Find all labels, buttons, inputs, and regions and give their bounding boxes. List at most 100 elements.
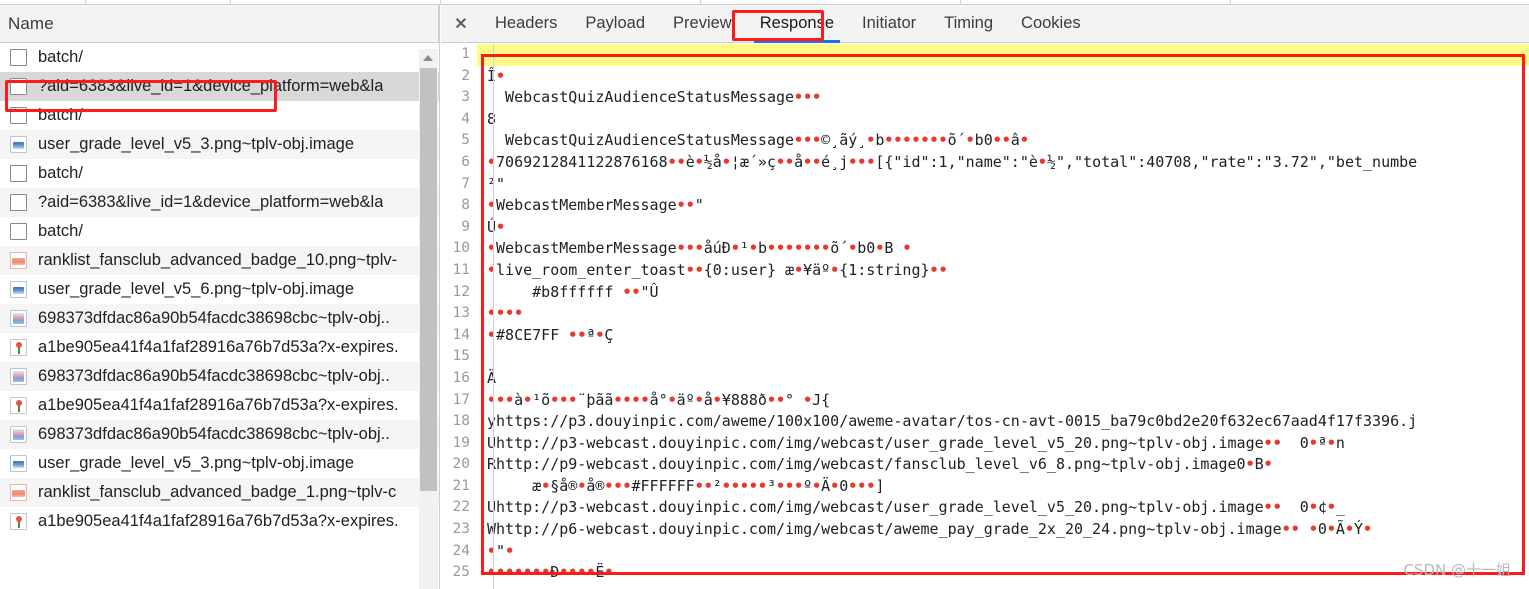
line-text: •WebcastMemberMessage•••åúÐ•¹•b•••••••õ´… — [487, 239, 912, 258]
line-number: 10 — [452, 240, 470, 257]
tab-payload[interactable]: Payload — [571, 5, 659, 43]
image-blue-icon — [10, 281, 27, 298]
tab-headers[interactable]: Headers — [481, 5, 571, 43]
response-line: 18 yhttps://p3.douyinpic.com/aweme/100x10… — [441, 411, 1529, 433]
line-text: yhttps://p3.douyinpic.com/aweme/100x100/… — [487, 412, 1418, 431]
image-rose-icon — [10, 339, 27, 356]
tab-preview[interactable]: Preview — [659, 5, 746, 43]
close-icon[interactable]: ✕ — [441, 5, 481, 43]
tab-response[interactable]: Response — [746, 5, 848, 43]
line-number: 13 — [452, 305, 470, 322]
request-row-label: ranklist_fansclub_advanced_badge_10.png~… — [38, 251, 398, 269]
line-number: 11 — [452, 261, 470, 278]
line-number: 20 — [452, 456, 470, 473]
response-line: 10 •WebcastMemberMessage•••åúÐ•¹•b•••••••… — [441, 238, 1529, 260]
scroll-up-icon[interactable] — [419, 49, 438, 66]
doc-icon — [10, 194, 27, 211]
column-header-name[interactable]: Name — [8, 14, 54, 34]
line-number: 17 — [452, 391, 470, 408]
request-row[interactable]: user_grade_level_v5_3.png~tplv-obj.image — [0, 449, 439, 478]
request-row[interactable]: a1be905ea41f4a1faf28916a76b7d53a?x-expir… — [0, 333, 439, 362]
request-row-label: 698373dfdac86a90b54facdc38698cbc~tplv-ob… — [38, 309, 390, 327]
image-rose-icon — [10, 513, 27, 530]
response-line: 6 •7069212841122876168••è•½å•¦æ´»ç••å••é¸… — [441, 152, 1529, 174]
response-line: 11 •live_room_enter_toast••{0:user} æ•¥äº… — [441, 260, 1529, 282]
request-row[interactable]: ?aid=6383&live_id=1&device_platform=web&… — [0, 72, 439, 101]
line-text: æ•§å®•å®•••#FFFFFF••²•••••³•••º•Ä•0•••] — [487, 476, 885, 495]
request-detail-panel: ✕ Headers Payload Preview Response Initiator… — [441, 5, 1529, 589]
watermark: CSDN @十一姐 — [1403, 561, 1511, 579]
request-row[interactable]: ranklist_fansclub_advanced_badge_1.png~t… — [0, 478, 439, 507]
request-row[interactable]: batch/ — [0, 159, 439, 188]
image-rose-icon — [10, 397, 27, 414]
line-number: 5 — [461, 132, 470, 149]
response-line: 2 Î• — [441, 66, 1529, 88]
request-row[interactable]: 698373dfdac86a90b54facdc38698cbc~tplv-ob… — [0, 362, 439, 391]
response-line: 48 — [441, 109, 1529, 131]
request-row[interactable]: 698373dfdac86a90b54facdc38698cbc~tplv-ob… — [0, 304, 439, 333]
response-line: 7 ²" — [441, 174, 1529, 196]
response-code: 1 2 Î• 3 WebcastQuizAudienceStatusMessage••… — [441, 44, 1529, 589]
line-text: Ä — [487, 368, 497, 387]
request-row[interactable]: user_grade_level_v5_3.png~tplv-obj.image — [0, 130, 439, 159]
request-row[interactable]: batch/ — [0, 101, 439, 130]
response-line: 19 Uhttp://p3-webcast.douyinpic.com/img/w… — [441, 433, 1529, 455]
detail-tabbar: ✕ Headers Payload Preview Response Initiator… — [441, 5, 1529, 43]
request-row[interactable]: a1be905ea41f4a1faf28916a76b7d53a?x-expir… — [0, 507, 439, 536]
response-line: 24 •"• — [441, 541, 1529, 563]
request-row-label: a1be905ea41f4a1faf28916a76b7d53a?x-expir… — [38, 512, 399, 530]
line-number: 15 — [452, 348, 470, 365]
response-line: 21 æ•§å®•å®•••#FFFFFF••²•••••³•••º•Ä•0••… — [441, 476, 1529, 498]
request-row[interactable]: user_grade_level_v5_6.png~tplv-obj.image — [0, 275, 439, 304]
response-line: 13 •••• — [441, 303, 1529, 325]
image-blue-icon — [10, 455, 27, 472]
request-row[interactable]: 698373dfdac86a90b54facdc38698cbc~tplv-ob… — [0, 420, 439, 449]
line-text: Uhttp://p3-webcast.douyinpic.com/img/web… — [487, 498, 1345, 517]
line-text: •••• — [487, 304, 524, 323]
list-scrollbar-thumb[interactable] — [420, 68, 437, 491]
request-row[interactable]: batch/ — [0, 217, 439, 246]
line-number: 19 — [452, 434, 470, 451]
request-row[interactable]: a1be905ea41f4a1faf28916a76b7d53a?x-expir… — [0, 391, 439, 420]
request-list-panel: Name batch/ ?aid=6383&live_id=1&device_pl… — [0, 5, 440, 589]
line-text: WebcastQuizAudienceStatusMessage••• — [487, 88, 822, 107]
tab-cookies[interactable]: Cookies — [1007, 5, 1095, 43]
image-blue-icon — [10, 136, 27, 153]
line-number: 25 — [452, 564, 470, 581]
line-text: Î• — [487, 66, 506, 85]
response-body[interactable]: 1 2 Î• 3 WebcastQuizAudienceStatusMessage••… — [441, 44, 1529, 589]
request-row-label: user_grade_level_v5_6.png~tplv-obj.image — [38, 280, 355, 298]
line-text: •••••••Ð••••Ë• — [487, 563, 614, 582]
line-number: 6 — [461, 153, 470, 170]
image-portrait-icon — [10, 368, 27, 385]
response-line: 8 •WebcastMemberMessage••" — [441, 195, 1529, 217]
response-line: 9 Ú• — [441, 217, 1529, 239]
tab-initiator[interactable]: Initiator — [848, 5, 930, 43]
line-number: 16 — [452, 369, 470, 386]
line-number: 22 — [452, 499, 470, 516]
request-row[interactable]: ?aid=6383&live_id=1&device_platform=web&… — [0, 188, 439, 217]
image-salmon-icon — [10, 484, 27, 501]
line-text: 8 — [487, 109, 497, 128]
doc-icon — [10, 78, 27, 95]
request-row-label: user_grade_level_v5_3.png~tplv-obj.image — [38, 454, 355, 472]
response-line: 15 — [441, 346, 1529, 368]
request-row-label: ?aid=6383&live_id=1&device_platform=web&… — [38, 193, 384, 211]
line-text: ²" — [487, 174, 506, 193]
tab-timing[interactable]: Timing — [930, 5, 1007, 43]
request-rows: batch/ ?aid=6383&live_id=1&device_platfor… — [0, 43, 439, 536]
line-text: •WebcastMemberMessage••" — [487, 196, 704, 215]
line-text — [477, 44, 1529, 66]
request-row-label: batch/ — [38, 164, 83, 182]
line-number: 14 — [452, 326, 470, 343]
request-row[interactable]: batch/ — [0, 43, 439, 72]
response-line: 22 Uhttp://p3-webcast.douyinpic.com/img/w… — [441, 497, 1529, 519]
line-number: 8 — [461, 197, 470, 214]
doc-icon — [10, 165, 27, 182]
line-number: 2 — [461, 67, 470, 84]
line-number: 9 — [461, 218, 470, 235]
doc-icon — [10, 49, 27, 66]
response-line: 5 WebcastQuizAudienceStatusMessage•••©¸ã… — [441, 130, 1529, 152]
column-divider — [438, 5, 439, 42]
request-row[interactable]: ranklist_fansclub_advanced_badge_10.png~… — [0, 246, 439, 275]
